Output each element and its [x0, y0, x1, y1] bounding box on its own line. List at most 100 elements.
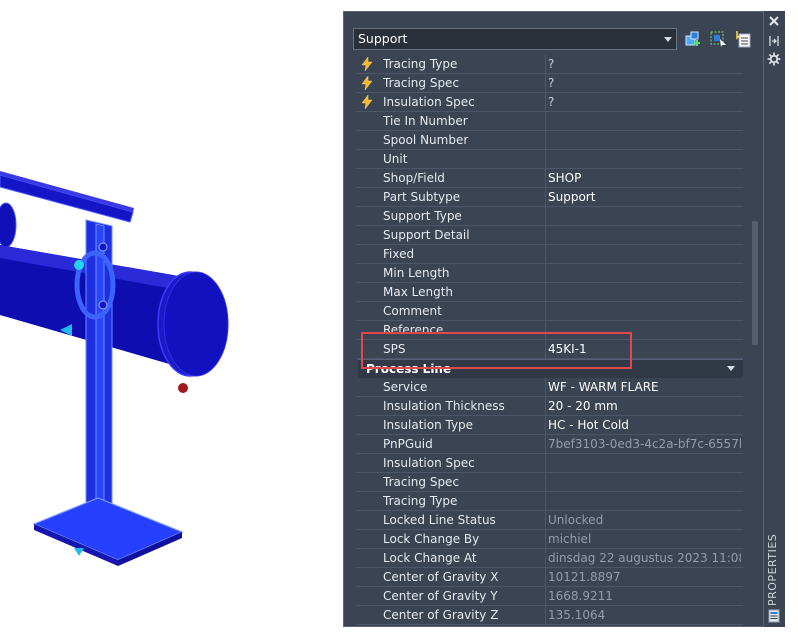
property-value[interactable]: ? — [548, 74, 741, 93]
pickadd-icon — [685, 31, 700, 46]
property-row-unit[interactable]: Unit — [356, 150, 743, 169]
pipe-support-model — [0, 171, 229, 566]
scrollbar-thumb[interactable] — [752, 221, 758, 345]
property-row-service[interactable]: Service WF - WARM FLARE — [356, 378, 743, 397]
property-row-insulation-type[interactable]: Insulation Type HC - Hot Cold — [356, 416, 743, 435]
property-value[interactable]: dinsdag 22 augustus 2023 11:08:55 — [548, 549, 741, 568]
select-objects-button[interactable] — [709, 30, 727, 48]
property-value[interactable] — [548, 207, 741, 226]
column-divider — [545, 74, 546, 93]
property-value[interactable] — [548, 150, 741, 169]
property-row-min-length[interactable]: Min Length — [356, 264, 743, 283]
property-row-center-of-gravity-z[interactable]: Center of Gravity Z 135.1064 — [356, 606, 743, 625]
property-value[interactable] — [548, 454, 741, 473]
column-divider — [545, 131, 546, 150]
property-row-center-of-gravity-x[interactable]: Center of Gravity X 10121.8897 — [356, 568, 743, 587]
property-value[interactable] — [548, 112, 741, 131]
property-row-insulation-spec[interactable]: Insulation Spec — [356, 454, 743, 473]
gear-icon[interactable] — [767, 52, 781, 66]
property-label: Tracing Spec — [383, 76, 460, 90]
property-row-insulation-spec[interactable]: Insulation Spec? — [356, 93, 743, 112]
column-divider — [545, 568, 546, 587]
quick-select-icon — [736, 31, 751, 48]
property-row-max-length[interactable]: Max Length — [356, 283, 743, 302]
property-row-tie-in-number[interactable]: Tie In Number — [356, 112, 743, 131]
property-label: Part Subtype — [383, 190, 461, 204]
object-type-dropdown[interactable]: Support — [353, 28, 677, 50]
palette-title-bar: PROPERTIES — [764, 11, 785, 627]
palette-title: PROPERTIES — [766, 533, 779, 606]
property-row-support-type[interactable]: Support Type — [356, 207, 743, 226]
property-label: Tracing Type — [383, 494, 458, 508]
property-label: Center of Gravity X — [383, 570, 499, 584]
property-value[interactable]: 20 - 20 mm — [548, 397, 741, 416]
property-value[interactable]: 135.1064 — [548, 606, 741, 625]
property-row-insulation-thickness[interactable]: Insulation Thickness 20 - 20 mm — [356, 397, 743, 416]
column-divider — [545, 207, 546, 226]
property-value[interactable] — [548, 473, 741, 492]
property-row-comment[interactable]: Comment — [356, 302, 743, 321]
property-label: Support Detail — [383, 228, 470, 242]
property-value[interactable] — [548, 245, 741, 264]
column-divider — [545, 112, 546, 131]
property-value[interactable] — [548, 264, 741, 283]
toggle-pickadd-button[interactable] — [684, 30, 702, 48]
property-row-part-subtype[interactable]: Part Subtype Support — [356, 188, 743, 207]
column-divider — [545, 245, 546, 264]
property-value[interactable] — [548, 226, 741, 245]
property-row-tracing-type[interactable]: Tracing Type? — [356, 55, 743, 74]
property-row-fixed[interactable]: Fixed — [356, 245, 743, 264]
property-label: Center of Gravity Z — [383, 608, 499, 622]
property-value[interactable] — [548, 302, 741, 321]
property-row-locked-line-status[interactable]: Locked Line Status Unlocked — [356, 511, 743, 530]
property-row-lock-change-at[interactable]: Lock Change At dinsdag 22 augustus 2023 1… — [356, 549, 743, 568]
column-divider — [545, 454, 546, 473]
property-row-tracing-spec[interactable]: Tracing Spec? — [356, 74, 743, 93]
palette-properties-icon[interactable] — [768, 609, 780, 623]
close-icon[interactable] — [768, 15, 780, 27]
property-label: Insulation Spec — [383, 456, 475, 470]
property-value[interactable]: ? — [548, 55, 741, 74]
column-divider — [545, 549, 546, 568]
auto-hide-icon[interactable] — [768, 35, 780, 47]
property-label: Max Length — [383, 285, 454, 299]
property-row-tracing-spec[interactable]: Tracing Spec — [356, 473, 743, 492]
property-label: Tracing Spec — [383, 475, 460, 489]
column-divider — [545, 511, 546, 530]
property-value[interactable]: SHOP — [548, 169, 741, 188]
chevron-down-icon — [664, 37, 672, 42]
column-divider — [545, 416, 546, 435]
lightning-icon — [359, 75, 375, 91]
property-row-shop-field[interactable]: Shop/Field SHOP — [356, 169, 743, 188]
column-divider — [545, 93, 546, 112]
column-divider — [545, 283, 546, 302]
property-row-spool-number[interactable]: Spool Number — [356, 131, 743, 150]
property-value[interactable] — [548, 131, 741, 150]
property-value[interactable]: 1668.9211 — [548, 587, 741, 606]
column-divider — [545, 264, 546, 283]
property-value[interactable] — [548, 283, 741, 302]
property-row-lock-change-by[interactable]: Lock Change By michiel — [356, 530, 743, 549]
property-value[interactable]: 10121.8897 — [548, 568, 741, 587]
property-value[interactable]: WF - WARM FLARE — [548, 378, 741, 397]
property-row-support-detail[interactable]: Support Detail — [356, 226, 743, 245]
model-viewport[interactable] — [0, 0, 343, 634]
property-row-tracing-type[interactable]: Tracing Type — [356, 492, 743, 511]
grip-point-red — [178, 383, 188, 393]
property-value[interactable]: 7bef3103-0ed3-4c2a-bf7c-6557bda... — [548, 435, 741, 454]
property-value[interactable]: Support — [548, 188, 741, 207]
quick-select-button[interactable] — [733, 30, 751, 48]
property-value[interactable] — [548, 492, 741, 511]
property-row-pnpguid[interactable]: PnPGuid 7bef3103-0ed3-4c2a-bf7c-6557bda..… — [356, 435, 743, 454]
property-value[interactable]: michiel — [548, 530, 741, 549]
property-row-center-of-gravity-y[interactable]: Center of Gravity Y 1668.9211 — [356, 587, 743, 606]
object-type-value: Support — [358, 31, 408, 46]
property-value[interactable]: HC - Hot Cold — [548, 416, 741, 435]
property-value[interactable]: ? — [548, 93, 741, 112]
grip-point-cyan — [74, 260, 84, 270]
column-divider — [545, 150, 546, 169]
column-divider — [545, 378, 546, 397]
lightning-icon — [359, 94, 375, 110]
select-objects-icon — [710, 31, 726, 47]
property-value[interactable]: Unlocked — [548, 511, 741, 530]
